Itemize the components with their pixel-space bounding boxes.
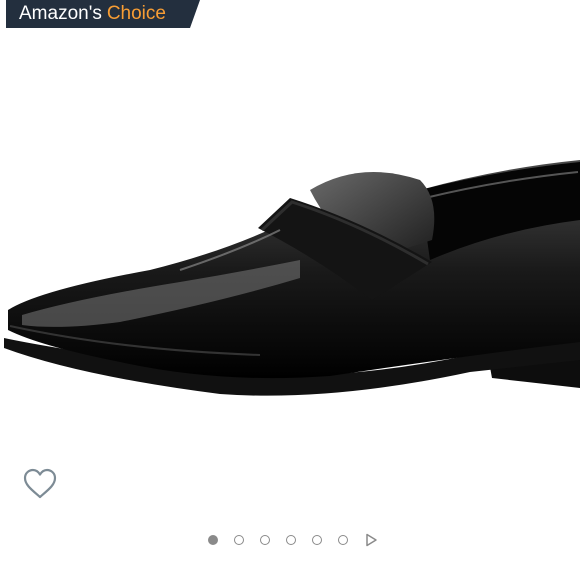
image-carousel-indicators — [208, 533, 378, 547]
carousel-dot-3[interactable] — [260, 535, 270, 545]
play-triangle-icon[interactable] — [364, 533, 378, 547]
carousel-dot-2[interactable] — [234, 535, 244, 545]
carousel-dot-6[interactable] — [338, 535, 348, 545]
badge-highlight: Choice — [106, 3, 166, 24]
wishlist-heart-button[interactable] — [22, 466, 58, 502]
badge-prefix: Amazon's — [19, 3, 102, 24]
carousel-dot-5[interactable] — [312, 535, 322, 545]
carousel-dot-4[interactable] — [286, 535, 296, 545]
carousel-dot-1[interactable] — [208, 535, 218, 545]
heart-outline-icon — [23, 468, 57, 499]
product-image[interactable] — [0, 150, 580, 420]
amazons-choice-badge: Amazon's Choice — [6, 0, 200, 28]
